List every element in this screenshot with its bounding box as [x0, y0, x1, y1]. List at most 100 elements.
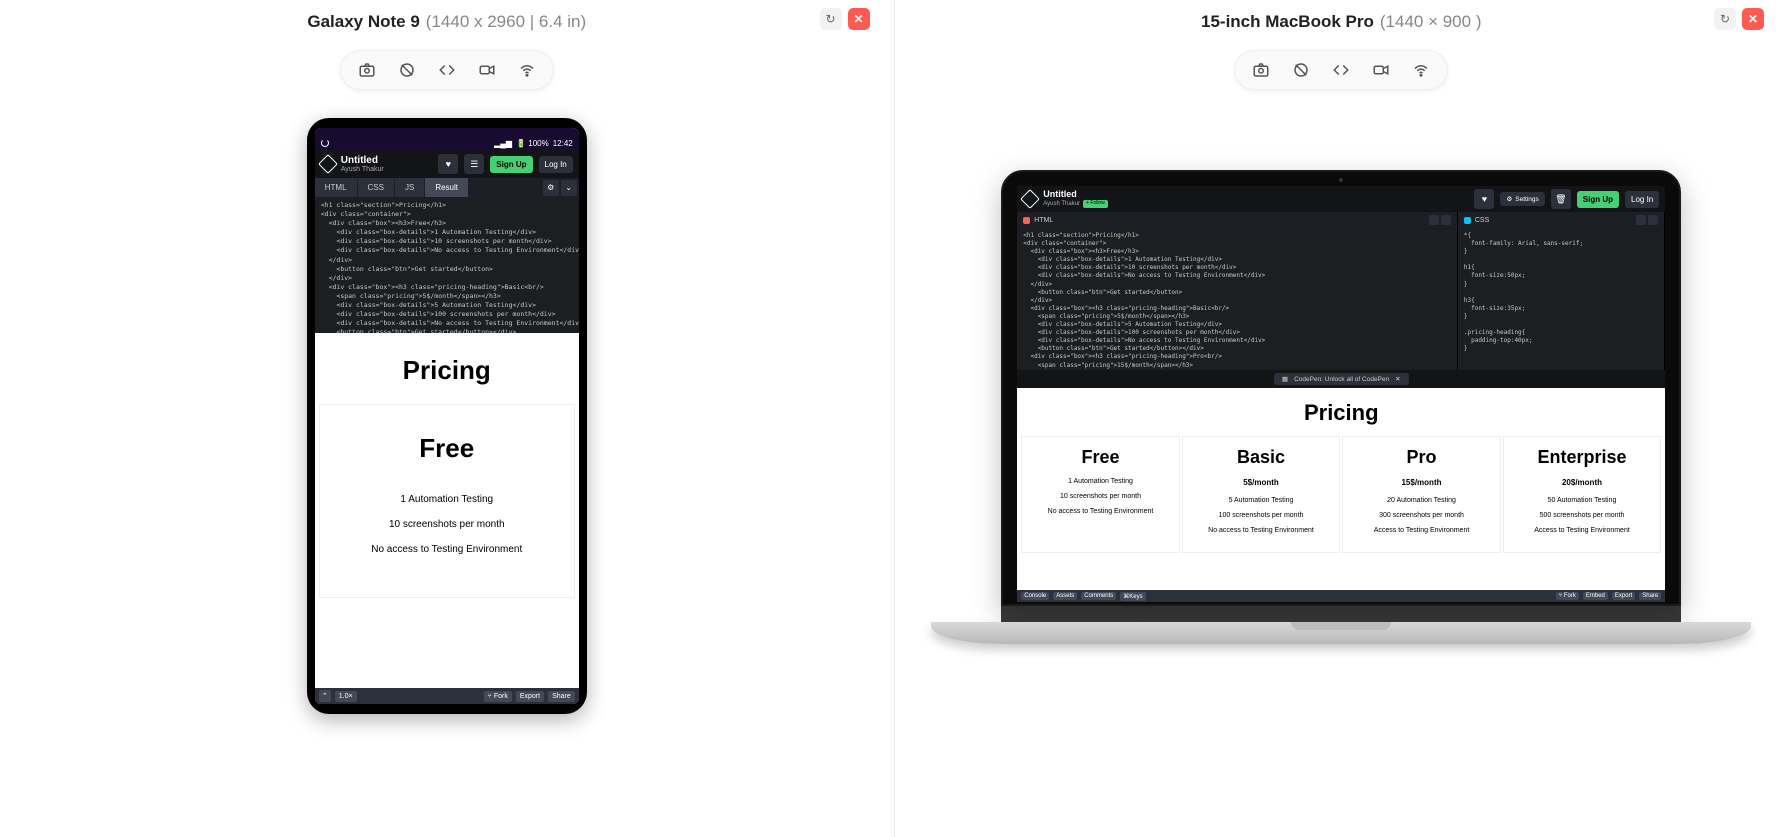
macbook-device-frame: Untitled Ayush Thakur+ Follow ♥ ⚙ Settin… [1001, 170, 1681, 606]
pricing-heading: Pricing [1017, 400, 1665, 426]
editor-panel-html: HTML <h1 class="section">Pricing</h1> <d… [1017, 212, 1458, 370]
refresh-button[interactable]: ↻ [1714, 8, 1736, 30]
signal-icon: ▂▄▆ [494, 139, 512, 148]
panel-label-css: CSS [1475, 217, 1489, 224]
tier-detail: 5 Automation Testing [1187, 497, 1336, 504]
css-badge-icon [1464, 217, 1471, 224]
pen-title[interactable]: Untitled [341, 155, 433, 166]
tier-detail: Access to Testing Environment [1347, 527, 1496, 534]
chevron-up-icon[interactable]: ⌃ [319, 690, 331, 702]
video-icon[interactable] [467, 55, 507, 85]
tier-detail: 500 screenshots per month [1508, 512, 1657, 519]
html-badge-icon [1023, 217, 1030, 224]
fork-button[interactable]: ⑂ Fork [1556, 592, 1579, 600]
gear-icon[interactable]: ⚙ [543, 180, 559, 196]
codepen-header: Untitled Ayush Thakur ♥ ☰ Sign Up Log In [315, 150, 579, 178]
pen-author[interactable]: Ayush Thakur [341, 166, 433, 174]
heart-button[interactable]: ♥ [438, 154, 458, 174]
devtools-icon[interactable] [427, 55, 467, 85]
pricing-tier-free: Free 1 Automation Testing 10 screenshots… [1021, 436, 1180, 553]
result-preview-mobile[interactable]: Pricing Free 1 Automation Testing 10 scr… [315, 333, 579, 688]
pricing-tier-basic: Basic 5$/month 5 Automation Testing 100 … [1182, 436, 1341, 553]
notice-icon: ▦ [1282, 375, 1288, 383]
editor-tabs: HTML CSS JS Result ⚙ ⌄ [315, 178, 579, 197]
close-button[interactable]: ✕ [848, 8, 870, 30]
code-editor-html[interactable]: <h1 class="section">Pricing</h1> <div cl… [1017, 228, 1457, 370]
macbook-base [931, 622, 1751, 644]
signup-button[interactable]: Sign Up [490, 156, 532, 173]
tier-name: Pro [1347, 447, 1496, 468]
comments-button[interactable]: Comments [1081, 592, 1116, 600]
close-button[interactable]: ✕ [1742, 8, 1764, 30]
tier-detail: 20 Automation Testing [1347, 497, 1496, 504]
loading-spinner-icon [321, 139, 329, 147]
login-button[interactable]: Log In [539, 156, 573, 173]
code-editor-css[interactable]: *{ font-family: Arial, sans-serif; } h1{… [1458, 228, 1664, 370]
chevron-down-icon[interactable] [1648, 215, 1658, 225]
tier-price: 15$/month [1347, 478, 1496, 487]
result-preview-desktop[interactable]: Pricing Free 1 Automation Testing 10 scr… [1017, 388, 1665, 590]
tier-detail: 10 screenshots per month [328, 519, 566, 530]
heart-button[interactable]: ♥ [1474, 189, 1494, 209]
chevron-down-icon[interactable] [1441, 215, 1451, 225]
tab-result[interactable]: Result [425, 178, 468, 197]
preview-pane-macbook: 15-inch MacBook Pro (1440 × 900 ) ↻ ✕ [895, 0, 1788, 837]
pricing-heading: Pricing [315, 355, 579, 386]
device-toolbar [340, 50, 554, 90]
device-toolbar [1234, 50, 1448, 90]
tier-detail: 100 screenshots per month [1187, 512, 1336, 519]
embed-button[interactable]: Embed [1583, 592, 1608, 600]
devtools-icon[interactable] [1321, 55, 1361, 85]
console-button[interactable]: Console [1021, 592, 1049, 600]
network-icon[interactable] [507, 55, 547, 85]
layout-button[interactable]: ☰ [464, 154, 484, 174]
tab-js[interactable]: JS [395, 178, 424, 197]
tier-detail: 1 Automation Testing [328, 494, 566, 505]
login-button[interactable]: Log In [1625, 191, 1659, 208]
tier-name: Free [328, 433, 566, 464]
refresh-button[interactable]: ↻ [820, 8, 842, 30]
codepen-logo-icon [1020, 189, 1040, 209]
zoom-button[interactable]: 1.0× [335, 691, 357, 702]
settings-button[interactable]: ⚙ Settings [1500, 192, 1544, 206]
rotate-icon[interactable] [1281, 55, 1321, 85]
codepen-footer: Console Assets Comments ⌘Keys ⑂ Fork Emb… [1017, 590, 1665, 602]
screenshot-icon[interactable] [1241, 55, 1281, 85]
network-icon[interactable] [1401, 55, 1441, 85]
share-button[interactable]: Share [1639, 592, 1661, 600]
tier-name: Enterprise [1508, 447, 1657, 468]
export-button[interactable]: Export [516, 691, 544, 702]
pricing-tier-enterprise: Enterprise 20$/month 50 Automation Testi… [1503, 436, 1662, 553]
close-icon[interactable]: ✕ [1395, 375, 1400, 383]
android-status-bar: ▂▄▆ 🔋 100% 12:42 [315, 136, 579, 150]
chevron-down-icon[interactable]: ⌄ [561, 180, 577, 196]
clock-label: 12:42 [553, 139, 573, 148]
screenshot-icon[interactable] [347, 55, 387, 85]
rotate-icon[interactable] [387, 55, 427, 85]
device-dims-phone: (1440 x 2960 | 6.4 in) [426, 12, 586, 32]
gear-icon[interactable] [1429, 215, 1439, 225]
tier-detail: No access to Testing Environment [1026, 508, 1175, 515]
codepen-notice: ▦ CodePen: Unlock all of CodePen ✕ [1017, 370, 1665, 388]
keys-button[interactable]: ⌘Keys [1120, 592, 1145, 601]
tab-html[interactable]: HTML [315, 178, 357, 197]
export-button[interactable]: Export [1612, 592, 1635, 600]
tier-detail: Access to Testing Environment [1508, 527, 1657, 534]
panel-label-html: HTML [1034, 217, 1053, 224]
notice-text[interactable]: CodePen: Unlock all of CodePen [1294, 376, 1389, 383]
gear-icon[interactable] [1636, 215, 1646, 225]
phone-device-frame: ▂▄▆ 🔋 100% 12:42 Untitled Ayush Thakur ♥… [307, 118, 587, 714]
tab-css[interactable]: CSS [358, 178, 394, 197]
tier-detail: 10 screenshots per month [1026, 493, 1175, 500]
pen-title[interactable]: Untitled [1043, 190, 1468, 200]
assets-button[interactable]: Assets [1053, 592, 1077, 600]
pen-author[interactable]: Ayush Thakur+ Follow [1043, 200, 1468, 208]
code-editor-html[interactable]: <h1 class="section">Pricing</h1> <div cl… [315, 197, 579, 333]
device-name-phone: Galaxy Note 9 [307, 12, 419, 32]
trash-icon[interactable]: 🗑 [1551, 189, 1571, 209]
share-button[interactable]: Share [548, 691, 575, 702]
tier-detail: 300 screenshots per month [1347, 512, 1496, 519]
video-icon[interactable] [1361, 55, 1401, 85]
signup-button[interactable]: Sign Up [1577, 191, 1619, 208]
fork-button[interactable]: ⑂ Fork [484, 691, 512, 702]
